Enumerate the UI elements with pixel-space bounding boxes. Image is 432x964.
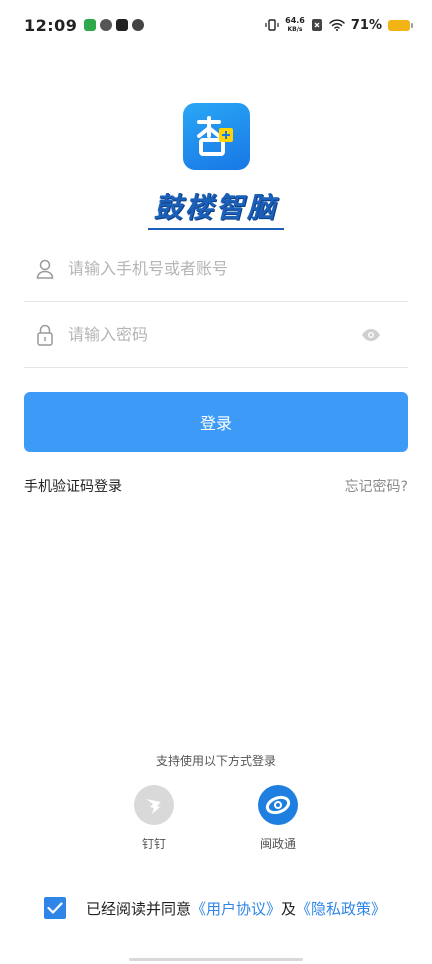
app-logo-icon bbox=[182, 103, 250, 170]
password-field[interactable] bbox=[24, 302, 408, 368]
net-speed-value: 64.6 bbox=[285, 16, 305, 25]
minzhengtong-label: 闽政通 bbox=[259, 837, 296, 851]
net-speed: 64.6 KB/s bbox=[285, 16, 305, 34]
login-button[interactable]: 登录 bbox=[24, 392, 408, 452]
status-bar: 12:09 64.6 KB/s 71% bbox=[0, 0, 432, 50]
tiktok-icon bbox=[116, 19, 129, 31]
status-time: 12:09 bbox=[24, 15, 78, 35]
battery-percent: 71% bbox=[350, 17, 382, 33]
logo-block: 鼓楼智脑 bbox=[0, 103, 432, 230]
sms-login-link[interactable]: 手机验证码登录 bbox=[24, 476, 122, 496]
forgot-password-link[interactable]: 忘记密码? bbox=[345, 476, 408, 496]
minzhengtong-icon[interactable] bbox=[258, 785, 298, 825]
link-app-icon bbox=[132, 19, 145, 31]
logo-glyph-icon bbox=[197, 115, 233, 156]
agreement-prefix: 已经阅读并同意 bbox=[86, 899, 192, 918]
vibrate-icon bbox=[265, 19, 279, 31]
status-right: 64.6 KB/s 71% bbox=[265, 16, 413, 34]
dingtalk-icon[interactable] bbox=[134, 785, 174, 825]
account-input[interactable] bbox=[68, 259, 408, 278]
net-speed-unit: KB/s bbox=[287, 26, 303, 33]
wechat-icon bbox=[100, 19, 113, 31]
notification-icons bbox=[84, 19, 145, 31]
agreement-row: 已经阅读并同意 《用户协议》 及 《隐私政策》 bbox=[44, 897, 386, 919]
dingtalk-label: 钉钉 bbox=[141, 837, 166, 851]
show-password-eye-icon[interactable] bbox=[360, 324, 382, 346]
dingtalk-login-option[interactable]: 钉钉 bbox=[124, 785, 184, 852]
privacy-policy-link[interactable]: 《隐私政策》 bbox=[296, 898, 386, 919]
app-notification-icon bbox=[84, 19, 97, 31]
wifi-icon bbox=[329, 19, 345, 31]
user-icon bbox=[34, 258, 56, 280]
agreement-and: 及 bbox=[281, 899, 297, 918]
home-indicator[interactable] bbox=[129, 958, 303, 961]
password-input[interactable] bbox=[68, 325, 360, 344]
checkmark-icon bbox=[47, 902, 63, 914]
alt-login-title: 支持使用以下方式登录 bbox=[155, 754, 276, 768]
minzhengtong-login-option[interactable]: 闽政通 bbox=[248, 785, 308, 852]
battery-icon bbox=[388, 19, 413, 31]
account-field[interactable] bbox=[24, 236, 408, 302]
alt-login-options: 钉钉 闽政通 bbox=[0, 785, 432, 852]
no-sim-icon bbox=[311, 19, 322, 31]
lock-icon bbox=[34, 324, 56, 346]
agreement-checkbox[interactable] bbox=[44, 897, 66, 919]
user-agreement-link[interactable]: 《用户协议》 bbox=[191, 898, 281, 919]
brand-name: 鼓楼智脑 bbox=[147, 186, 284, 230]
login-links-row: 手机验证码登录 忘记密码? bbox=[24, 476, 408, 496]
